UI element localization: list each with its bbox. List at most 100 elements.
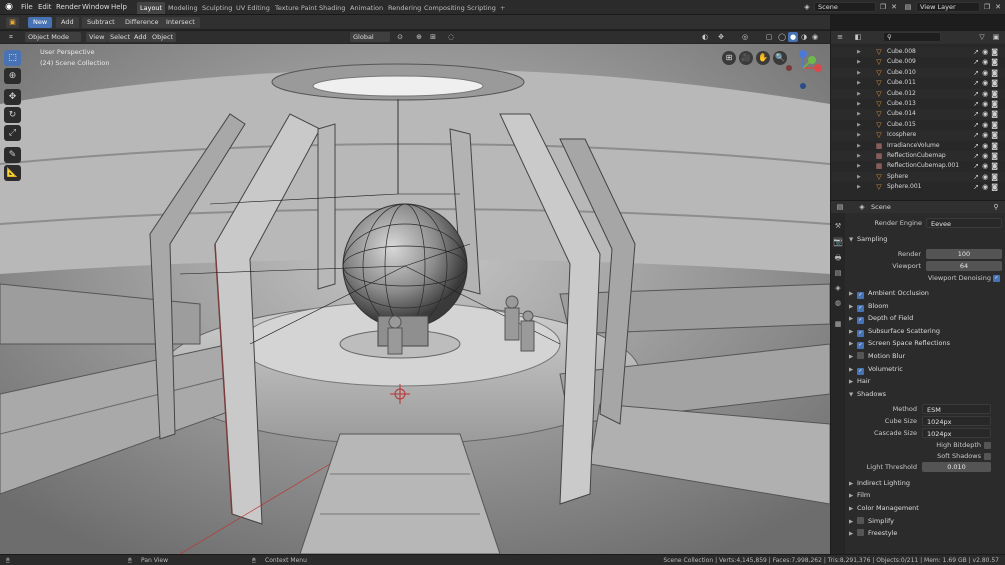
- proportional-edit-icon[interactable]: ◌: [446, 32, 456, 42]
- effect-checkbox[interactable]: [857, 352, 864, 359]
- outliner-item[interactable]: ▶ ▦ ReflectionCubemap ➚◉◙: [831, 151, 1005, 162]
- tab-animation[interactable]: Animation: [347, 2, 386, 14]
- viewport-samples-field[interactable]: 64: [926, 261, 1002, 271]
- view-layer-field[interactable]: View Layer: [916, 2, 980, 12]
- render-engine-dropdown[interactable]: Eevee: [926, 218, 1002, 228]
- add-workspace-icon[interactable]: +: [497, 2, 508, 14]
- hair-panel-header[interactable]: ▶ Hair: [849, 377, 870, 385]
- simplify-panel-header[interactable]: ▶ Simplify: [849, 517, 894, 525]
- cube-size-dropdown[interactable]: 1024px: [922, 416, 991, 426]
- visibility-toggles-icon[interactable]: ➚◉◙: [973, 172, 1001, 182]
- boolean-add-button[interactable]: Add: [56, 17, 79, 28]
- navigation-gizmo[interactable]: [782, 46, 828, 92]
- boolean-subtract-button[interactable]: Subtract: [82, 17, 120, 28]
- annotate-tool-icon[interactable]: ✎: [4, 147, 21, 163]
- soft-shadows-checkbox[interactable]: [984, 453, 991, 460]
- world-tab-icon[interactable]: ◍: [833, 298, 843, 308]
- outliner-item[interactable]: ▶ ▽ Cube.012 ➚◉◙: [831, 88, 1005, 99]
- toggle-camera-icon[interactable]: ⊞: [722, 51, 736, 65]
- view-layer-icon[interactable]: ▤: [903, 2, 913, 12]
- shading-material-icon[interactable]: ◑: [799, 32, 809, 42]
- effect-checkbox[interactable]: ✓: [857, 317, 864, 325]
- texture-tab-icon[interactable]: ▦: [833, 319, 843, 329]
- visibility-toggles-icon[interactable]: ➚◉◙: [973, 99, 1001, 109]
- viewport-denoising-checkbox[interactable]: ✓: [993, 275, 1000, 282]
- visibility-toggles-icon[interactable]: ➚◉◙: [973, 78, 1001, 88]
- pan-view-icon[interactable]: ✋: [756, 51, 770, 65]
- copy-scene-icon[interactable]: ❐: [878, 2, 888, 12]
- light-threshold-field[interactable]: 0.010: [922, 462, 991, 472]
- outliner-item[interactable]: ▶ ▽ Cube.008 ➚◉◙: [831, 47, 1005, 58]
- expand-arrow-icon[interactable]: ▶: [857, 161, 861, 171]
- select-box-tool-icon[interactable]: ⬚: [4, 50, 21, 66]
- tab-uv-editing[interactable]: UV Editing: [233, 2, 273, 14]
- scene-field[interactable]: Scene: [814, 2, 876, 12]
- effect-panel-header[interactable]: ▶ Motion Blur: [849, 352, 905, 360]
- visibility-toggles-icon[interactable]: ➚◉◙: [973, 109, 1001, 119]
- boolean-intersect-button[interactable]: Intersect: [161, 17, 200, 28]
- menu-view[interactable]: View: [86, 32, 108, 42]
- effect-panel-header[interactable]: ▶ ✓ Bloom: [849, 302, 889, 312]
- expand-arrow-icon[interactable]: ▶: [857, 109, 861, 119]
- outliner-item[interactable]: ▶ ▽ Cube.014 ➚◉◙: [831, 109, 1005, 120]
- measure-tool-icon[interactable]: 📐: [4, 165, 21, 181]
- effect-checkbox[interactable]: ✓: [857, 304, 864, 312]
- expand-arrow-icon[interactable]: ▶: [857, 130, 861, 140]
- render-tab-icon[interactable]: 📷: [833, 237, 843, 247]
- expand-arrow-icon[interactable]: ▶: [849, 291, 857, 297]
- cursor-tool-icon[interactable]: ⊕: [4, 68, 21, 84]
- effect-panel-header[interactable]: ▶ ✓ Depth of Field: [849, 314, 913, 325]
- boolean-difference-button[interactable]: Difference: [120, 17, 164, 28]
- tab-compositing[interactable]: Compositing: [421, 2, 468, 14]
- scale-tool-icon[interactable]: ⤢: [4, 125, 21, 141]
- freestyle-checkbox[interactable]: [857, 529, 864, 536]
- visibility-toggles-icon[interactable]: ➚◉◙: [973, 120, 1001, 130]
- tab-modeling[interactable]: Modeling: [165, 2, 201, 14]
- tab-scripting[interactable]: Scripting: [464, 2, 499, 14]
- visibility-toggles-icon[interactable]: ➚◉◙: [973, 57, 1001, 67]
- overlay-icon[interactable]: ◎: [740, 32, 750, 42]
- expand-arrow-icon[interactable]: ▶: [849, 329, 857, 335]
- menu-file[interactable]: File: [21, 2, 33, 13]
- expand-arrow-icon[interactable]: ▶: [857, 78, 861, 88]
- expand-arrow-icon[interactable]: ▶: [857, 172, 861, 182]
- film-panel-header[interactable]: ▶ Film: [849, 491, 870, 499]
- effect-checkbox[interactable]: ✓: [857, 292, 864, 299]
- visibility-toggles-icon[interactable]: ➚◉◙: [973, 89, 1001, 99]
- properties-editor-icon[interactable]: ▤: [835, 202, 845, 212]
- outliner-item[interactable]: ▶ ▽ Cube.013 ➚◉◙: [831, 99, 1005, 109]
- outliner-item[interactable]: ▶ ▽ Icosphere ➚◉◙: [831, 130, 1005, 141]
- camera-view-icon[interactable]: 🎥: [739, 51, 753, 65]
- expand-arrow-icon[interactable]: ▶: [849, 316, 857, 322]
- outliner-item[interactable]: ▶ ▽ Cube.011 ➚◉◙: [831, 78, 1005, 88]
- copy-view-layer-icon[interactable]: ❐: [982, 2, 992, 12]
- mode-dropdown[interactable]: Object Mode: [25, 32, 81, 42]
- menu-select[interactable]: Select: [107, 32, 134, 42]
- snap-icon[interactable]: ⊕: [414, 32, 424, 42]
- expand-arrow-icon[interactable]: ▶: [857, 151, 861, 161]
- scene-icon[interactable]: ◈: [802, 2, 812, 12]
- render-samples-field[interactable]: 100: [926, 249, 1002, 259]
- outliner-item[interactable]: ▶ ▽ Cube.010 ➚◉◙: [831, 67, 1005, 79]
- outliner-item[interactable]: ▶ ▽ Cube.009 ➚◉◙: [831, 57, 1005, 67]
- menu-help[interactable]: Help: [111, 2, 127, 13]
- shadow-method-dropdown[interactable]: ESM: [922, 404, 991, 414]
- menu-window[interactable]: Window: [82, 2, 110, 13]
- xray-icon[interactable]: ▢: [764, 32, 774, 42]
- tab-sculpting[interactable]: Sculpting: [199, 2, 235, 14]
- high-bitdepth-checkbox[interactable]: [984, 442, 991, 449]
- expand-arrow-icon[interactable]: ▶: [857, 68, 861, 78]
- scene-tab-icon[interactable]: ◈: [833, 283, 843, 293]
- expand-arrow-icon[interactable]: ▶: [849, 341, 857, 347]
- expand-arrow-icon[interactable]: ▶: [857, 57, 861, 67]
- outliner-editor-icon[interactable]: ≡: [835, 32, 845, 42]
- gizmo-icon[interactable]: ✥: [716, 32, 726, 42]
- tab-rendering[interactable]: Rendering: [385, 2, 424, 14]
- snap-target-icon[interactable]: ⊞: [428, 32, 438, 42]
- effect-checkbox[interactable]: ✓: [857, 367, 864, 375]
- outliner-item[interactable]: ▶ ▽ Sphere ➚◉◙: [831, 171, 1005, 183]
- outliner-item[interactable]: ▶ ▦ IrradianceVolume ➚◉◙: [831, 141, 1005, 151]
- simplify-checkbox[interactable]: [857, 517, 864, 524]
- freestyle-panel-header[interactable]: ▶ Freestyle: [849, 529, 897, 537]
- close-view-layer-icon[interactable]: ✕: [993, 2, 1003, 12]
